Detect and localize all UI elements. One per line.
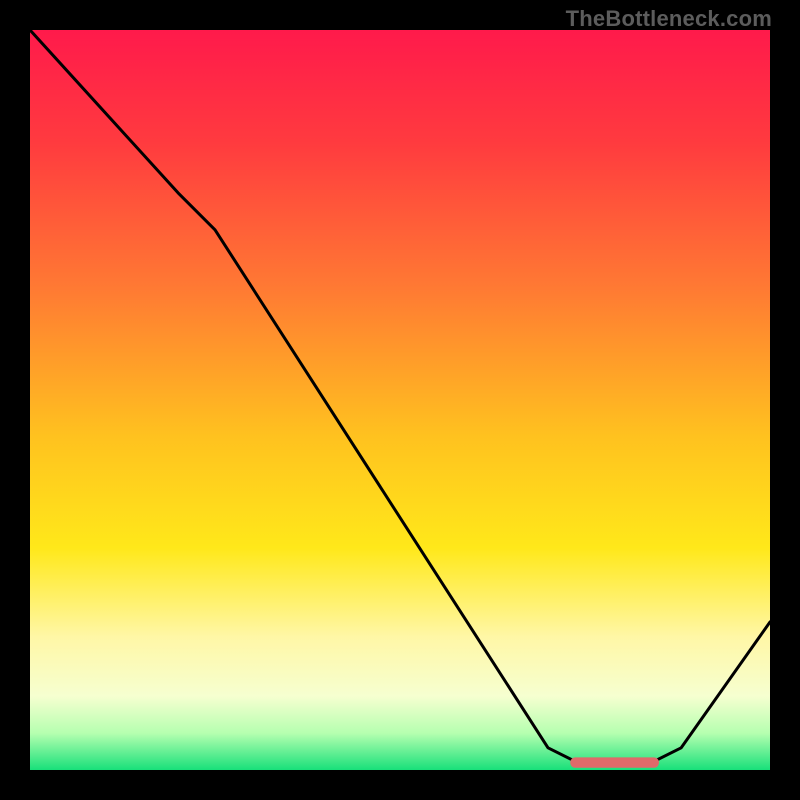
gradient-background — [30, 30, 770, 770]
watermark-text: TheBottleneck.com — [566, 6, 772, 32]
optimal-range-marker — [570, 757, 659, 767]
plot-area — [30, 30, 770, 770]
chart-frame: TheBottleneck.com — [0, 0, 800, 800]
plot-svg — [30, 30, 770, 770]
